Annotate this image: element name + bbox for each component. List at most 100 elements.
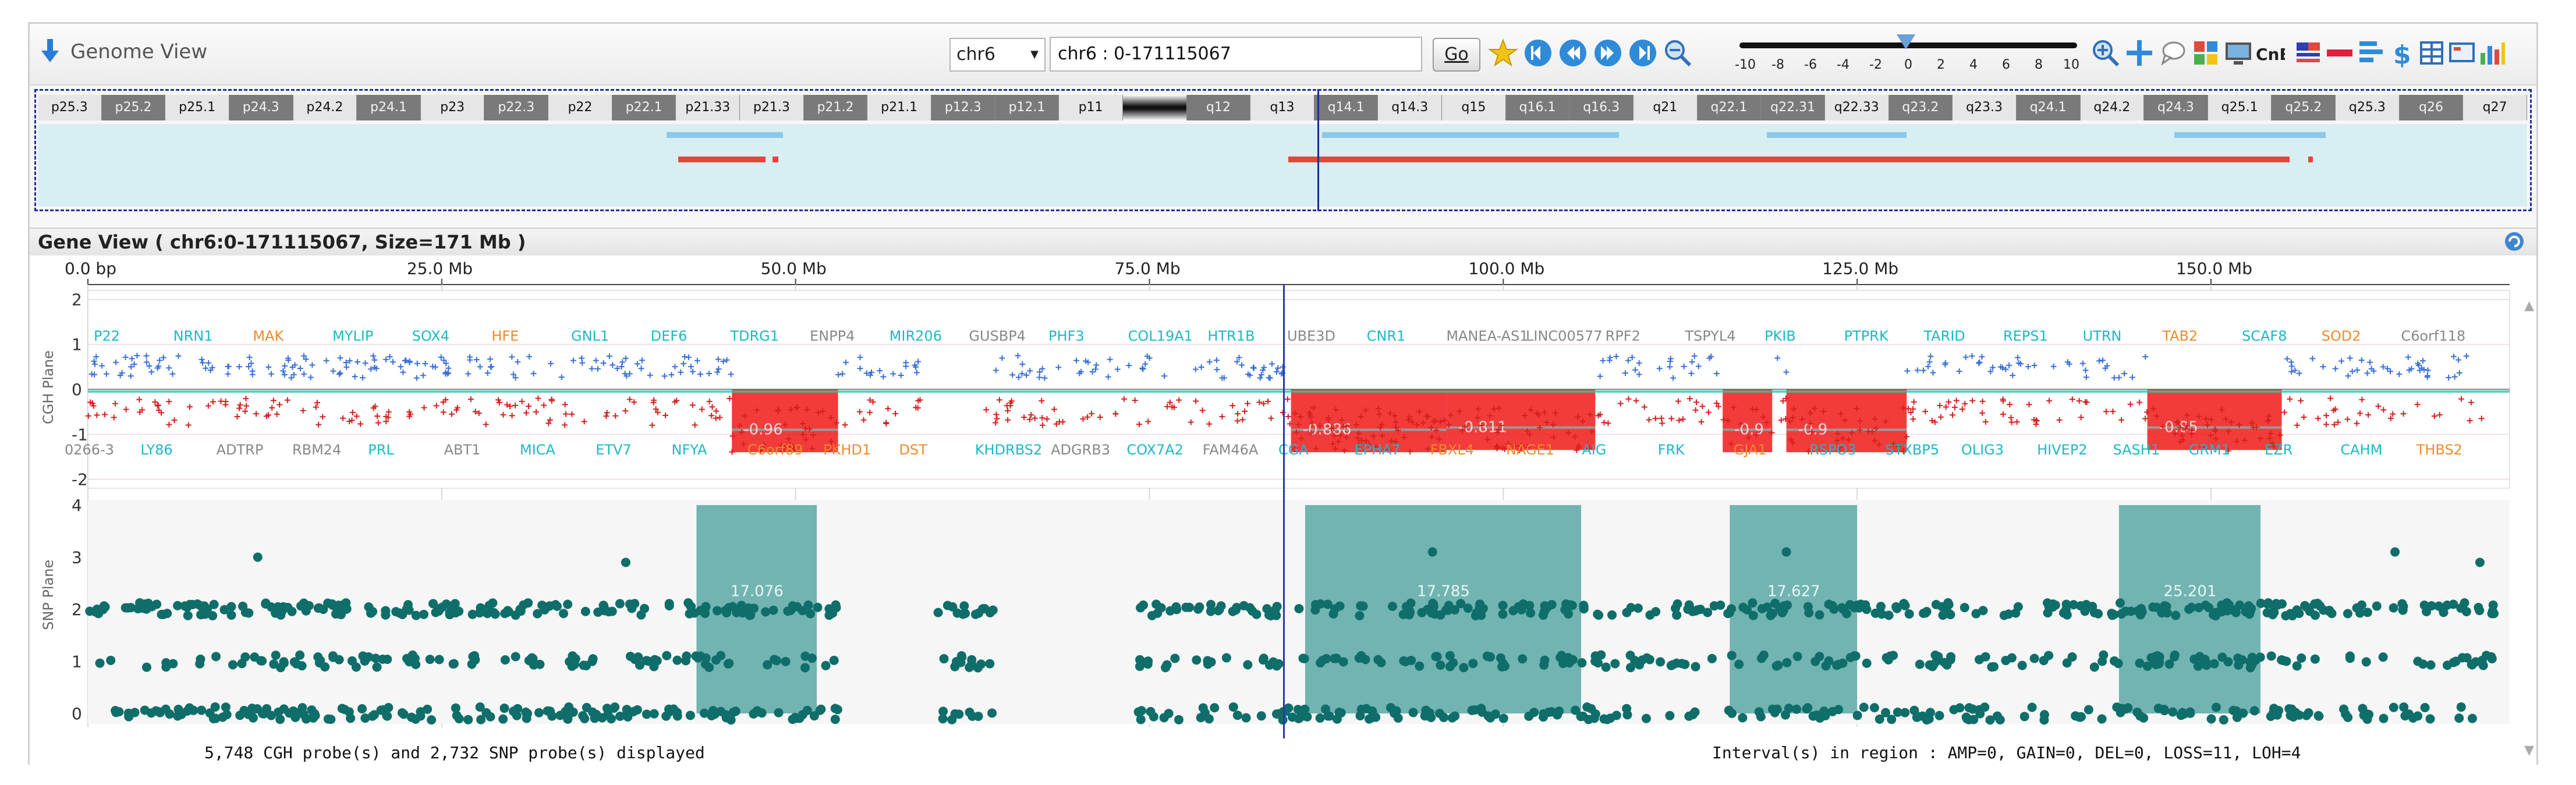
region-input[interactable]: chr6 : 0-171115067	[1050, 37, 1422, 72]
gene-label: TDRG1	[729, 328, 779, 344]
zoom-slider[interactable]: -10 -8 -6 -4 -2 0 2 4 6 8 10	[1732, 32, 2082, 79]
snp-probe	[2313, 711, 2323, 720]
snp-probe	[1136, 603, 1146, 613]
gene-view-canvas[interactable]: 0.0 bp 25.0 Mb 50.0 Mb 75.0 Mb 100.0 Mb 125.0…	[30, 255, 2536, 762]
snp-probe	[1955, 703, 1965, 713]
snp-probe	[2488, 600, 2498, 610]
snp-probe	[140, 599, 150, 609]
snp-probe	[830, 715, 840, 724]
screen-icon[interactable]	[2447, 38, 2477, 68]
snp-probe	[484, 601, 494, 610]
snp-probe	[346, 713, 356, 723]
snp-probe	[287, 606, 297, 616]
snp-probe	[1892, 603, 1902, 613]
snp-probe	[256, 656, 265, 666]
snp-probe	[288, 706, 298, 716]
snp-y-tick-label: 0	[72, 704, 82, 723]
snp-probe	[2345, 651, 2355, 661]
snp-probe	[1734, 659, 1744, 669]
snp-probe	[2019, 712, 2029, 722]
snp-probe	[200, 609, 210, 619]
first-icon[interactable]	[1523, 38, 1553, 68]
snp-probe	[512, 711, 522, 720]
snp-probe	[1943, 598, 1953, 608]
snp-probe	[2475, 606, 2485, 616]
pan-icon[interactable]	[2124, 38, 2155, 68]
snp-probe	[1355, 611, 1365, 621]
snp-probe	[406, 712, 416, 722]
snp-probe	[1436, 660, 1445, 670]
snp-probe	[821, 660, 831, 670]
snp-probe	[1518, 654, 1528, 664]
snp-probe	[262, 704, 272, 714]
snp-probe	[2155, 657, 2164, 667]
chart-icon[interactable]	[2477, 38, 2507, 68]
snp-probe	[795, 713, 805, 723]
snp-probe	[1376, 658, 1386, 667]
snp-probe	[1590, 656, 1600, 666]
gene-label: PRL	[368, 442, 394, 458]
next-icon[interactable]	[1593, 38, 1623, 68]
snp-probe	[1946, 652, 1956, 662]
snp-probe	[1486, 652, 1496, 662]
snp-probe	[1470, 705, 1480, 715]
snp-probe	[467, 609, 477, 619]
go-button[interactable]: Go	[1433, 38, 1480, 72]
snp-probe	[1933, 652, 1943, 662]
snp-probe	[1641, 713, 1651, 723]
snp-probe	[211, 652, 221, 662]
gene-label: ABT1	[444, 442, 481, 458]
comment-icon[interactable]	[2158, 38, 2188, 68]
snp-loh-value-label: 17.627	[1767, 583, 1820, 601]
snp-probe	[369, 710, 379, 720]
grid-icon[interactable]	[2191, 38, 2221, 68]
snp-probe	[1161, 663, 1171, 673]
collapse-arrow-icon[interactable]	[40, 38, 60, 63]
snp-probe	[158, 609, 168, 619]
snp-probe	[2029, 653, 2039, 663]
snp-probe	[1356, 651, 1366, 660]
gene-label: RPF2	[1606, 328, 1640, 344]
scroll-down-arrow-icon[interactable]: ▼	[2524, 743, 2534, 758]
zoom-slider-thumb[interactable]	[1897, 34, 1915, 49]
snp-probe	[635, 660, 644, 670]
minus-icon[interactable]	[2325, 38, 2355, 68]
gene-label: ADTRP	[217, 442, 264, 458]
zoom-in-icon[interactable]	[2090, 38, 2121, 68]
snp-probe	[1748, 598, 1758, 608]
gene-label: SOD2	[2322, 328, 2361, 344]
gene-label: UTRN	[2083, 328, 2122, 344]
snp-probe	[1680, 659, 1690, 669]
snp-probe	[2048, 599, 2058, 609]
snp-probe	[1876, 602, 1886, 612]
zoom-out-icon[interactable]	[1663, 38, 1693, 68]
gene-label: OLIG3	[1961, 442, 2004, 458]
gene-label: RSPO3	[1809, 442, 1856, 458]
gene-label: ENPP4	[810, 328, 855, 344]
star-icon[interactable]	[1488, 38, 1518, 68]
snp-probe	[1547, 707, 1557, 717]
table-icon[interactable]	[2416, 38, 2447, 68]
flag-icon[interactable]	[2293, 38, 2323, 68]
snp-probe	[664, 599, 674, 609]
dollar-icon[interactable]: $	[2387, 38, 2418, 68]
refresh-icon[interactable]	[2504, 231, 2525, 252]
export-icon[interactable]	[2356, 38, 2386, 68]
prev-icon[interactable]	[1558, 38, 1588, 68]
cnb-icon[interactable]: CnB	[2255, 38, 2285, 68]
snp-probe	[1192, 655, 1202, 665]
snp-probe	[1323, 711, 1333, 721]
gene-label: TSPYL4	[1684, 328, 1735, 344]
snp-probe	[1468, 659, 1478, 669]
gene-view-plot[interactable]: 0.0 bp 25.0 Mb 50.0 Mb 75.0 Mb 100.0 Mb 125.0…	[30, 255, 2536, 766]
scroll-up-arrow-icon[interactable]: ▲	[2524, 299, 2534, 313]
snp-probe	[1975, 655, 1985, 665]
last-icon[interactable]	[1628, 38, 1658, 68]
chromosome-overview[interactable]: p25.3 p25.2 p25.1 p24.3 p24.2 p24.1 p23 p22.3 p2…	[34, 89, 2532, 211]
snp-probe	[126, 603, 136, 613]
monitor-icon[interactable]	[2223, 38, 2253, 68]
snp-probe	[781, 656, 791, 666]
chromosome-select[interactable]: chr6 ▼	[949, 38, 1046, 72]
snp-probe	[1759, 650, 1769, 660]
snp-probe	[2467, 660, 2477, 670]
